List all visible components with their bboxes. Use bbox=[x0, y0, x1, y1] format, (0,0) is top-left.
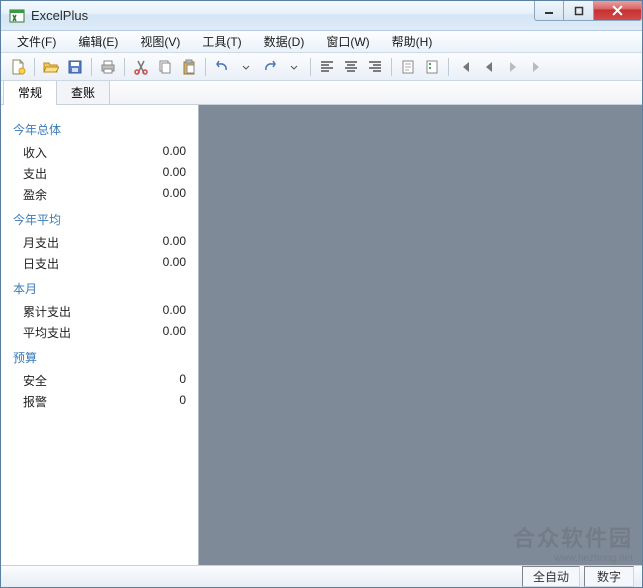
row-avg-expense: 平均支出 0.00 bbox=[13, 322, 186, 343]
toolbar-separator bbox=[448, 58, 449, 76]
row-month-expense: 月支出 0.00 bbox=[13, 232, 186, 253]
main-workspace[interactable] bbox=[199, 105, 642, 565]
section-year-avg: 今年平均 bbox=[13, 211, 186, 228]
titlebar: ExcelPlus bbox=[1, 1, 642, 31]
document-icon[interactable] bbox=[397, 56, 419, 78]
row-expense: 支出 0.00 bbox=[13, 163, 186, 184]
row-safe: 安全 0 bbox=[13, 370, 186, 391]
section-year-total: 今年总体 bbox=[13, 121, 186, 138]
maximize-button[interactable] bbox=[564, 1, 594, 21]
section-budget: 预算 bbox=[13, 349, 186, 366]
align-left-icon[interactable] bbox=[316, 56, 338, 78]
prev-icon[interactable] bbox=[478, 56, 500, 78]
label: 月支出 bbox=[23, 234, 59, 251]
tab-general[interactable]: 常规 bbox=[3, 81, 57, 105]
save-icon[interactable] bbox=[64, 56, 86, 78]
row-alarm: 报警 0 bbox=[13, 391, 186, 412]
open-folder-icon[interactable] bbox=[40, 56, 62, 78]
toolbar-separator bbox=[391, 58, 392, 76]
window-controls bbox=[534, 1, 642, 21]
status-mode: 全自动 bbox=[522, 566, 580, 587]
redo-icon[interactable] bbox=[259, 56, 281, 78]
value: 0.00 bbox=[163, 186, 186, 203]
value: 0.00 bbox=[163, 234, 186, 251]
side-panel: 今年总体 收入 0.00 支出 0.00 盈余 0.00 今年平均 月支出 0.00 日… bbox=[1, 105, 199, 565]
body-split: 今年总体 收入 0.00 支出 0.00 盈余 0.00 今年平均 月支出 0.00 日… bbox=[1, 105, 642, 565]
status-num: 数字 bbox=[584, 566, 634, 587]
dropdown-icon[interactable] bbox=[235, 56, 257, 78]
toolbar-separator bbox=[91, 58, 92, 76]
menubar: 文件(F) 编辑(E) 视图(V) 工具(T) 数据(D) 窗口(W) 帮助(H… bbox=[1, 31, 642, 53]
row-income: 收入 0.00 bbox=[13, 142, 186, 163]
value: 0 bbox=[179, 393, 186, 410]
cut-icon[interactable] bbox=[130, 56, 152, 78]
properties-icon[interactable] bbox=[421, 56, 443, 78]
menu-tools[interactable]: 工具(T) bbox=[192, 31, 251, 52]
value: 0 bbox=[179, 372, 186, 389]
label: 盈余 bbox=[23, 186, 47, 203]
row-balance: 盈余 0.00 bbox=[13, 184, 186, 205]
menu-edit[interactable]: 编辑(E) bbox=[68, 31, 128, 52]
section-this-month: 本月 bbox=[13, 280, 186, 297]
next-icon[interactable] bbox=[502, 56, 524, 78]
tab-bar: 常规 查账 bbox=[1, 81, 642, 105]
align-center-icon[interactable] bbox=[340, 56, 362, 78]
value: 0.00 bbox=[163, 144, 186, 161]
align-right-icon[interactable] bbox=[364, 56, 386, 78]
statusbar: 全自动 数字 bbox=[1, 565, 642, 587]
toolbar-separator bbox=[205, 58, 206, 76]
new-file-icon[interactable] bbox=[7, 56, 29, 78]
row-day-expense: 日支出 0.00 bbox=[13, 253, 186, 274]
toolbar-separator bbox=[124, 58, 125, 76]
paste-icon[interactable] bbox=[178, 56, 200, 78]
row-accum-expense: 累计支出 0.00 bbox=[13, 301, 186, 322]
minimize-button[interactable] bbox=[534, 1, 564, 21]
tab-audit[interactable]: 查账 bbox=[56, 81, 110, 104]
value: 0.00 bbox=[163, 324, 186, 341]
label: 平均支出 bbox=[23, 324, 71, 341]
value: 0.00 bbox=[163, 303, 186, 320]
app-icon bbox=[9, 8, 25, 24]
menu-view[interactable]: 视图(V) bbox=[130, 31, 190, 52]
toolbar bbox=[1, 53, 642, 81]
label: 日支出 bbox=[23, 255, 59, 272]
app-window: ExcelPlus 文件(F) 编辑(E) 视图(V) 工具(T) 数据(D) … bbox=[0, 0, 643, 588]
label: 报警 bbox=[23, 393, 47, 410]
last-icon[interactable] bbox=[526, 56, 548, 78]
menu-window[interactable]: 窗口(W) bbox=[316, 31, 379, 52]
close-button[interactable] bbox=[594, 1, 642, 21]
value: 0.00 bbox=[163, 255, 186, 272]
print-icon[interactable] bbox=[97, 56, 119, 78]
label: 支出 bbox=[23, 165, 47, 182]
copy-icon[interactable] bbox=[154, 56, 176, 78]
menu-file[interactable]: 文件(F) bbox=[7, 31, 66, 52]
label: 累计支出 bbox=[23, 303, 71, 320]
toolbar-separator bbox=[34, 58, 35, 76]
label: 安全 bbox=[23, 372, 47, 389]
window-title: ExcelPlus bbox=[31, 8, 88, 23]
value: 0.00 bbox=[163, 165, 186, 182]
undo-icon[interactable] bbox=[211, 56, 233, 78]
content-area: 常规 查账 今年总体 收入 0.00 支出 0.00 盈余 0.00 今年平均 月支出… bbox=[1, 81, 642, 565]
label: 收入 bbox=[23, 144, 47, 161]
dropdown-icon[interactable] bbox=[283, 56, 305, 78]
first-icon[interactable] bbox=[454, 56, 476, 78]
menu-help[interactable]: 帮助(H) bbox=[382, 31, 443, 52]
toolbar-separator bbox=[310, 58, 311, 76]
menu-data[interactable]: 数据(D) bbox=[254, 31, 315, 52]
